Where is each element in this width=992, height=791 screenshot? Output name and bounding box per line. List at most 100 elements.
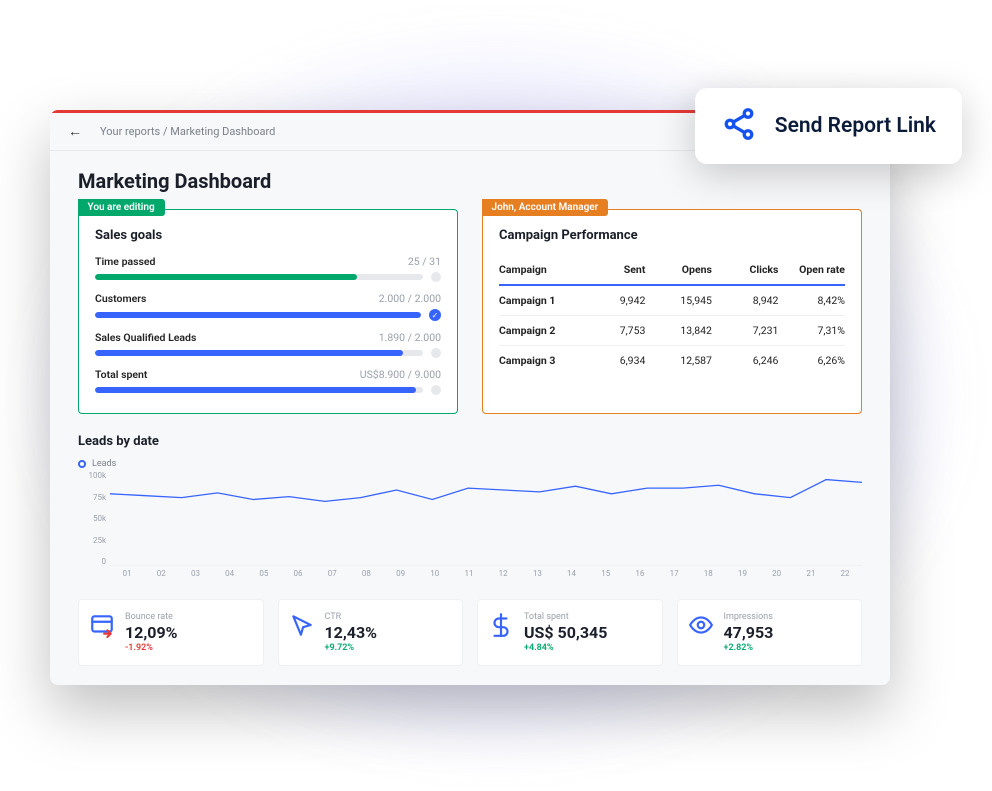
x-tick: 02 [144,569,178,581]
goal-progress-fill [95,312,421,318]
cell: Campaign 1 [499,294,579,307]
goal-progress-fill [95,387,416,393]
content-area: Marketing Dashboard You are editing Sale… [50,151,890,685]
app-window: ← Your reports / Marketing Dashboard Mar… [50,110,890,685]
stats-row: Bounce rate12,09%-1.92%CTR12,43%+9.72%To… [78,599,862,666]
goal-label: Total spent [95,368,147,381]
y-tick: 25k [78,536,106,545]
goal-value: 2.000 / 2.000 [379,292,441,305]
stat-value: 12,09% [125,623,253,642]
y-tick: 0 [78,557,106,566]
legend-dot-icon [78,460,86,468]
y-tick: 100k [78,471,106,480]
leads-chart-section: Leads by date Leads 100k75k50k25k0 01020… [78,434,862,581]
cell: 6,26% [778,354,845,367]
stat-value: US$ 50,345 [524,623,652,642]
dollar-icon [488,612,514,638]
col-campaign: Campaign [499,263,579,276]
stat-card[interactable]: Bounce rate12,09%-1.92% [78,599,264,666]
stat-card[interactable]: CTR12,43%+9.72% [278,599,464,666]
x-tick: 17 [657,569,691,581]
goal-row: Sales Qualified Leads 1.890 / 2.000 [95,331,441,358]
performance-table-head: Campaign Sent Opens Clicks Open rate [499,255,845,286]
stat-delta: +4.84% [524,643,652,653]
stat-card[interactable]: Impressions47,953+2.82% [677,599,863,666]
goal-row: Total spent US$8.900 / 9.000 [95,368,441,395]
goal-row: Time passed 25 / 31 [95,255,441,282]
campaign-performance-title: Campaign Performance [499,228,845,243]
goal-label: Customers [95,292,146,305]
cursor-icon [289,612,315,638]
cell: 7,31% [778,324,845,337]
leads-chart-body: 100k 75k 50k 25k 0 0102030405060708091011121… [78,471,862,581]
goal-progress-fill [95,350,403,356]
stat-label: Bounce rate [125,612,253,622]
table-row[interactable]: Campaign 27,75313,8427,2317,31% [499,316,845,346]
legend-label: Leads [92,459,116,469]
goal-progress-track [95,387,423,393]
x-tick: 13 [520,569,554,581]
share-icon [721,106,757,146]
cell: 6,934 [579,354,646,367]
goal-progress-track [95,350,423,356]
back-arrow-icon[interactable]: ← [68,123,82,140]
goal-progress-fill [95,274,357,280]
stat-value: 47,953 [724,623,852,642]
send-report-label: Send Report Link [775,114,936,138]
cell: 7,231 [712,324,779,337]
leads-line [110,480,862,502]
cell: 13,842 [645,324,712,337]
cell: 6,246 [712,354,779,367]
leads-plot [110,471,862,566]
cell: 12,587 [645,354,712,367]
x-tick: 03 [178,569,212,581]
x-tick: 01 [110,569,144,581]
manager-badge: John, Account Manager [482,199,609,216]
stat-card[interactable]: Total spentUS$ 50,345+4.84% [477,599,663,666]
table-row[interactable]: Campaign 19,94215,9458,9428,42% [499,286,845,316]
col-opens: Opens [645,263,712,276]
y-axis: 100k 75k 50k 25k 0 [78,471,106,566]
goal-label: Time passed [95,255,155,268]
y-tick: 50k [78,514,106,523]
x-tick: 22 [828,569,862,581]
stat-label: CTR [325,612,453,622]
cell: 8,942 [712,294,779,307]
breadcrumb[interactable]: Your reports / Marketing Dashboard [100,125,275,138]
cell: 8,42% [778,294,845,307]
x-tick: 18 [691,569,725,581]
stat-delta: +2.82% [724,643,852,653]
x-tick: 09 [384,569,418,581]
performance-table-body: Campaign 19,94215,9458,9428,42%Campaign … [499,286,845,375]
y-tick: 75k [78,493,106,502]
x-tick: 20 [760,569,794,581]
stat-delta: -1.92% [125,643,253,653]
x-tick: 15 [589,569,623,581]
x-tick: 19 [725,569,759,581]
leads-legend: Leads [78,459,862,469]
x-tick: 06 [281,569,315,581]
send-report-popup[interactable]: Send Report Link [695,88,962,164]
col-sent: Sent [579,263,646,276]
sales-goals-card: You are editing Sales goals Time passed2… [78,209,458,414]
x-tick: 21 [794,569,828,581]
stat-delta: +9.72% [325,643,453,653]
goal-dot-icon [431,348,441,358]
goal-value: 25 / 31 [408,255,441,268]
goal-value: US$8.900 / 9.000 [360,368,441,381]
campaign-performance-card: John, Account Manager Campaign Performan… [482,209,862,414]
goal-progress-track [95,274,423,280]
goal-label: Sales Qualified Leads [95,331,196,344]
x-tick: 08 [349,569,383,581]
cell: Campaign 2 [499,324,579,337]
goal-progress-track [95,312,421,318]
x-axis: 0102030405060708091011121314151617181920… [110,569,862,581]
goal-value: 1.890 / 2.000 [379,331,441,344]
goal-dot-icon [431,272,441,282]
goal-row: Customers2.000 / 2.000✓ [95,292,441,321]
col-clicks: Clicks [712,263,779,276]
table-row[interactable]: Campaign 36,93412,5876,2466,26% [499,346,845,375]
leads-chart-title: Leads by date [78,434,862,449]
cell: 15,945 [645,294,712,307]
cell: 9,942 [579,294,646,307]
